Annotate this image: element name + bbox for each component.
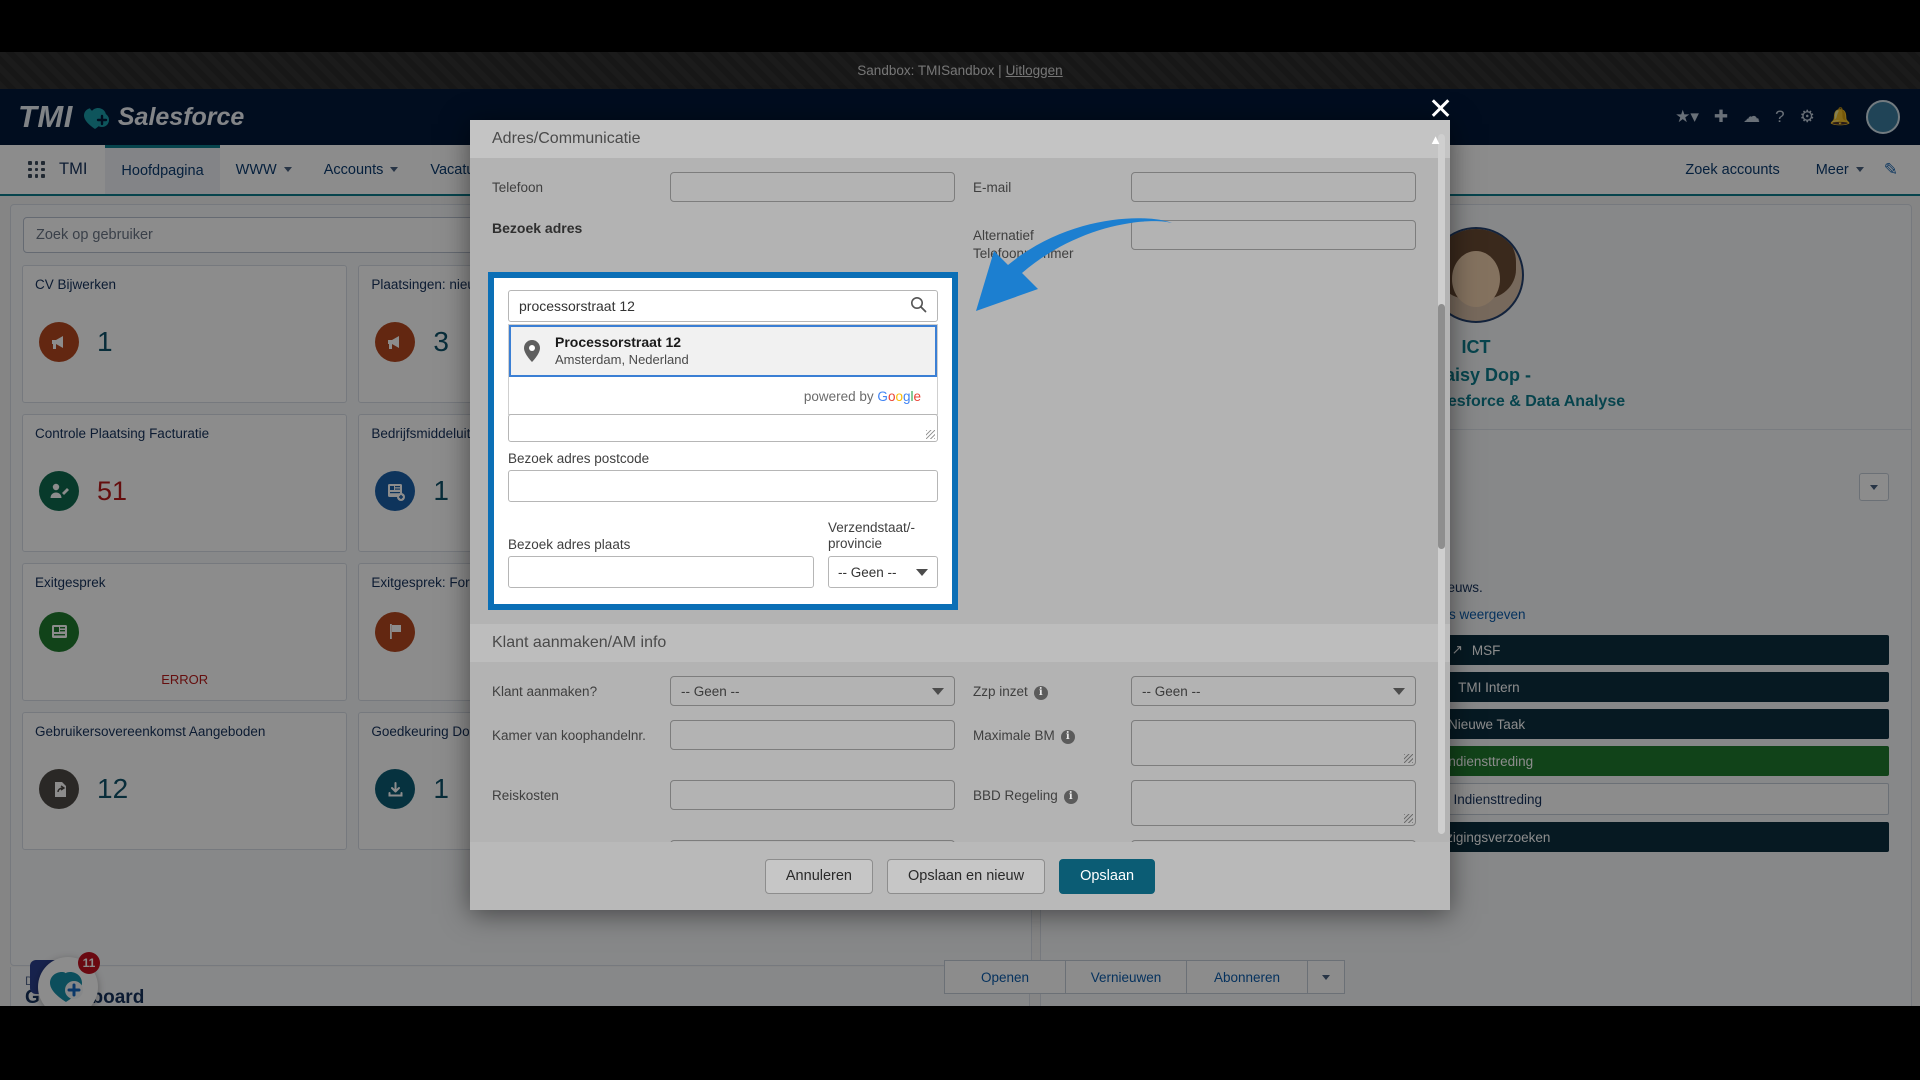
field-label: BBD Regeling i xyxy=(973,780,1113,805)
provincie-label: Verzendstaat/-provincie xyxy=(828,519,916,552)
cancel-button[interactable]: Annuleren xyxy=(764,858,873,894)
provincie-select[interactable]: -- Geen -- xyxy=(828,556,938,589)
plaats-provincie-row: Bezoek adres plaats Verzendstaat/-provin… xyxy=(508,511,938,589)
right-textarea[interactable] xyxy=(1131,720,1416,767)
map-pin-icon xyxy=(521,339,543,362)
klant-rows: Klant aanmaken? -- Geen -- Zzp inzet i -- Ge… xyxy=(470,662,1450,842)
field-label-text: Zzp inzet xyxy=(973,684,1028,700)
address-search-value: processorstraat 12 xyxy=(519,298,635,315)
field-label-text: Maximale BM xyxy=(973,728,1055,744)
modal-footer: Annuleren Opslaan en nieuw Opslaan xyxy=(470,842,1450,910)
google-logo: Google xyxy=(877,388,921,404)
caret-up-icon[interactable]: ▲ xyxy=(1429,132,1442,147)
section-header-klant: Klant aanmaken/AM info xyxy=(470,624,1450,663)
close-icon[interactable]: ✕ xyxy=(1428,95,1453,125)
telefoon-label: Telefoon xyxy=(492,180,544,195)
letterbox-bottom xyxy=(0,1006,1920,1080)
form-row: Kamer van koophandelnr. Maximale BM i xyxy=(470,706,1450,767)
save-button[interactable]: Opslaan xyxy=(1059,858,1156,894)
field-label: Reiskosten xyxy=(492,788,559,804)
right-select[interactable]: -- Geen -- xyxy=(1131,676,1416,707)
save-and-new-button[interactable]: Opslaan en nieuw xyxy=(887,858,1046,894)
form-row: Reiskosten BBD Regeling i xyxy=(470,766,1450,827)
left-value: -- Geen -- xyxy=(681,683,740,699)
bezoek-adres-label: Bezoek adres xyxy=(492,220,583,236)
plaats-label: Bezoek adres plaats xyxy=(508,537,631,553)
plaats-input[interactable] xyxy=(508,556,814,589)
chevron-down-icon xyxy=(916,568,928,576)
address-search-input[interactable]: processorstraat 12 xyxy=(508,290,938,323)
field-label-text: BBD Regeling xyxy=(973,788,1058,804)
autocomplete-suggestion[interactable]: Processorstraat 12 Amsterdam, Nederland xyxy=(509,325,937,377)
row-telefoon-email: Telefoon E-mail xyxy=(470,158,1450,202)
address-textarea[interactable] xyxy=(508,413,938,442)
provincie-value: -- Geen -- xyxy=(838,564,897,580)
info-icon[interactable]: i xyxy=(1060,729,1075,744)
chevron-down-icon xyxy=(932,687,944,695)
info-icon[interactable]: i xyxy=(1033,685,1048,700)
telefoon-input[interactable] xyxy=(670,172,955,202)
screen: Sandbox: TMISandbox | Uitloggen TMI Sale… xyxy=(0,0,1920,1080)
field-label: Klant aanmaken? xyxy=(492,684,598,700)
left-input[interactable] xyxy=(670,720,955,751)
left-select[interactable]: -- Geen -- xyxy=(670,676,955,707)
suggestion-subtitle: Amsterdam, Nederland xyxy=(555,351,689,367)
field-label: Kamer van koophandelnr. xyxy=(492,728,646,744)
annotation-arrow xyxy=(976,218,1172,311)
form-row: Klant aanmaken? -- Geen -- Zzp inzet i -- Ge… xyxy=(470,662,1450,707)
info-icon[interactable]: i xyxy=(1063,789,1078,804)
scrollbar-thumb[interactable] xyxy=(1438,304,1445,549)
powered-by-google: powered by Google xyxy=(509,377,937,414)
section-header-address: Adres/Communicatie xyxy=(470,120,1450,158)
powered-by-text: powered by xyxy=(803,388,874,404)
magnifier-icon[interactable] xyxy=(910,296,927,316)
email-input[interactable] xyxy=(1131,172,1416,202)
postcode-input[interactable] xyxy=(508,469,938,502)
autocomplete-dropdown: Processorstraat 12 Amsterdam, Nederland … xyxy=(508,324,938,415)
chevron-down-icon xyxy=(1393,687,1405,695)
right-value: -- Geen -- xyxy=(1142,683,1201,699)
suggestion-title: Processorstraat 12 xyxy=(555,334,682,351)
email-label: E-mail xyxy=(973,180,1012,195)
field-label: Zzp inzet i xyxy=(973,676,1113,701)
form-row: BBDInwerkdagen / Boventallig xyxy=(470,826,1450,842)
field-label: Maximale BM i xyxy=(973,720,1113,745)
address-highlight-block: processorstraat 12 Processorstraat 12 Am… xyxy=(488,272,958,611)
left-input[interactable] xyxy=(670,780,955,811)
right-textarea[interactable] xyxy=(1131,780,1416,827)
postcode-label: Bezoek adres postcode xyxy=(508,450,650,466)
letterbox-top xyxy=(0,0,1920,52)
modal-scrollbar[interactable]: ▲ xyxy=(1429,132,1445,834)
